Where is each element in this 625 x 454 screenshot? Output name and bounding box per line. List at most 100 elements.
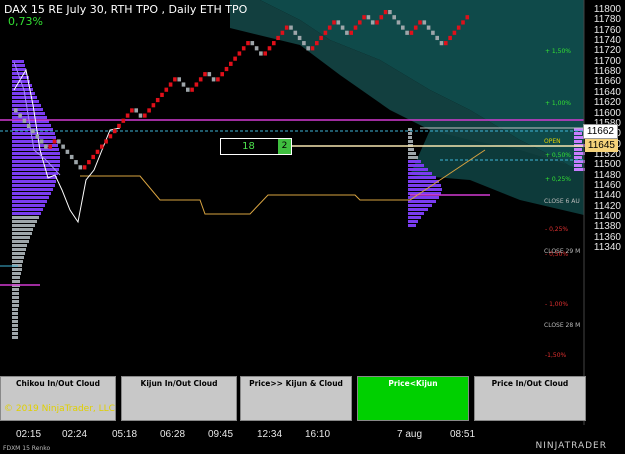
- tpo-row: [12, 312, 18, 315]
- tpo-row: [574, 148, 582, 151]
- tpo-row: [12, 308, 18, 311]
- price-tick: 11460: [593, 179, 621, 191]
- tpo-row: [12, 152, 60, 155]
- tpo-row: [12, 244, 27, 247]
- renko-brick: [448, 35, 452, 41]
- renko-brick: [100, 144, 104, 149]
- renko-brick: [401, 25, 405, 30]
- price-tick: 11500: [593, 159, 621, 171]
- price-tick: 11360: [593, 231, 621, 243]
- renko-brick: [297, 35, 302, 41]
- renko-brick: [198, 77, 203, 82]
- renko-brick: [125, 113, 130, 118]
- renko-brick: [237, 51, 242, 56]
- tpo-row: [408, 212, 424, 215]
- tpo-row: [12, 124, 51, 127]
- tpo-row: [408, 200, 436, 203]
- tpo-row: [12, 184, 55, 187]
- price-tick: 11760: [593, 24, 621, 36]
- renko-brick: [91, 154, 95, 160]
- renko-brick: [336, 20, 341, 25]
- renko-brick: [164, 87, 169, 92]
- renko-brick: [250, 41, 255, 46]
- renko-brick: [186, 87, 190, 92]
- percent-level-label: + 1,00%: [545, 100, 571, 107]
- renko-brick: [306, 46, 310, 51]
- tpo-row: [12, 228, 33, 231]
- renko-brick: [456, 25, 461, 30]
- price-tick: 11700: [593, 55, 621, 67]
- tpo-row: [12, 300, 19, 303]
- tpo-row: [12, 248, 26, 251]
- renko-brick: [259, 51, 263, 56]
- tpo-row: [12, 68, 26, 71]
- percent-level-label: + 1,50%: [545, 48, 571, 55]
- price-tick: 11400: [593, 211, 621, 222]
- tpo-row: [12, 236, 30, 239]
- kijun-cloud-button[interactable]: Kijun In/Out Cloud: [121, 376, 237, 421]
- price-tick: 11780: [593, 14, 621, 26]
- renko-brick: [134, 108, 138, 113]
- tpo-row: [408, 140, 413, 143]
- current-price-box: 11662: [582, 124, 618, 139]
- tpo-row: [574, 140, 582, 143]
- tpo-row: [408, 132, 412, 135]
- tpo-row: [12, 116, 47, 119]
- chikou-cloud-button[interactable]: Chikou In/Out Cloud: [0, 376, 116, 421]
- time-tick: 02:15: [16, 429, 42, 440]
- tpo-row: [12, 220, 37, 223]
- renko-brick: [82, 165, 87, 170]
- renko-brick: [57, 139, 61, 144]
- tpo-row: [12, 200, 47, 203]
- tpo-row: [12, 336, 18, 339]
- renko-brick: [130, 108, 134, 113]
- renko-brick: [340, 25, 345, 30]
- renko-brick: [207, 72, 212, 77]
- brick-counter: 18 2: [220, 138, 292, 155]
- tpo-row: [12, 164, 60, 167]
- tpo-row: [12, 216, 39, 219]
- copyright: © 2019 NinjaTrader, LLC: [4, 404, 115, 414]
- tpo-row: [12, 272, 21, 275]
- tpo-row: [12, 172, 58, 175]
- renko-brick: [444, 41, 448, 46]
- renko-brick: [284, 25, 289, 30]
- renko-brick: [87, 160, 91, 165]
- tpo-row: [12, 276, 20, 279]
- renko-brick: [315, 41, 319, 46]
- tpo-row: [12, 92, 35, 95]
- tpo-row: [12, 260, 23, 263]
- renko-brick: [26, 123, 31, 129]
- instrument-footer: FDXM 15 Renko: [3, 445, 51, 452]
- tpo-row: [12, 180, 56, 183]
- renko-brick: [121, 118, 126, 123]
- renko-brick: [138, 113, 143, 118]
- renko-brick: [383, 10, 388, 15]
- percent-level-label: -1,50%: [545, 352, 567, 359]
- price-below-kijun-button[interactable]: Price<Kijun: [357, 376, 469, 421]
- brick-counter-box: 2: [278, 139, 291, 154]
- percent-level-label: + 0,50%: [545, 152, 571, 159]
- renko-brick: [246, 41, 250, 46]
- time-tick: 09:45: [208, 429, 234, 440]
- price-tick: 11800: [593, 4, 621, 15]
- tpo-row: [12, 332, 18, 335]
- price-in-out-cloud-button[interactable]: Price In/Out Cloud: [474, 376, 586, 421]
- brick-counter-value: 18: [242, 141, 255, 152]
- tpo-row: [12, 268, 22, 271]
- renko-brick: [233, 56, 237, 61]
- tpo-row: [574, 164, 582, 167]
- renko-brick: [392, 15, 396, 20]
- price-kijun-cloud-button[interactable]: Price>> Kijun & Cloud: [240, 376, 352, 421]
- renko-brick: [224, 66, 229, 72]
- tpo-row: [12, 280, 20, 283]
- tpo-row: [12, 304, 19, 307]
- renko-brick: [276, 35, 280, 41]
- tpo-row: [12, 296, 19, 299]
- tpo-row: [12, 320, 18, 323]
- renko-brick: [143, 113, 147, 118]
- renko-brick: [413, 25, 418, 30]
- renko-brick: [74, 160, 78, 165]
- renko-brick: [173, 77, 177, 82]
- renko-brick: [168, 82, 173, 87]
